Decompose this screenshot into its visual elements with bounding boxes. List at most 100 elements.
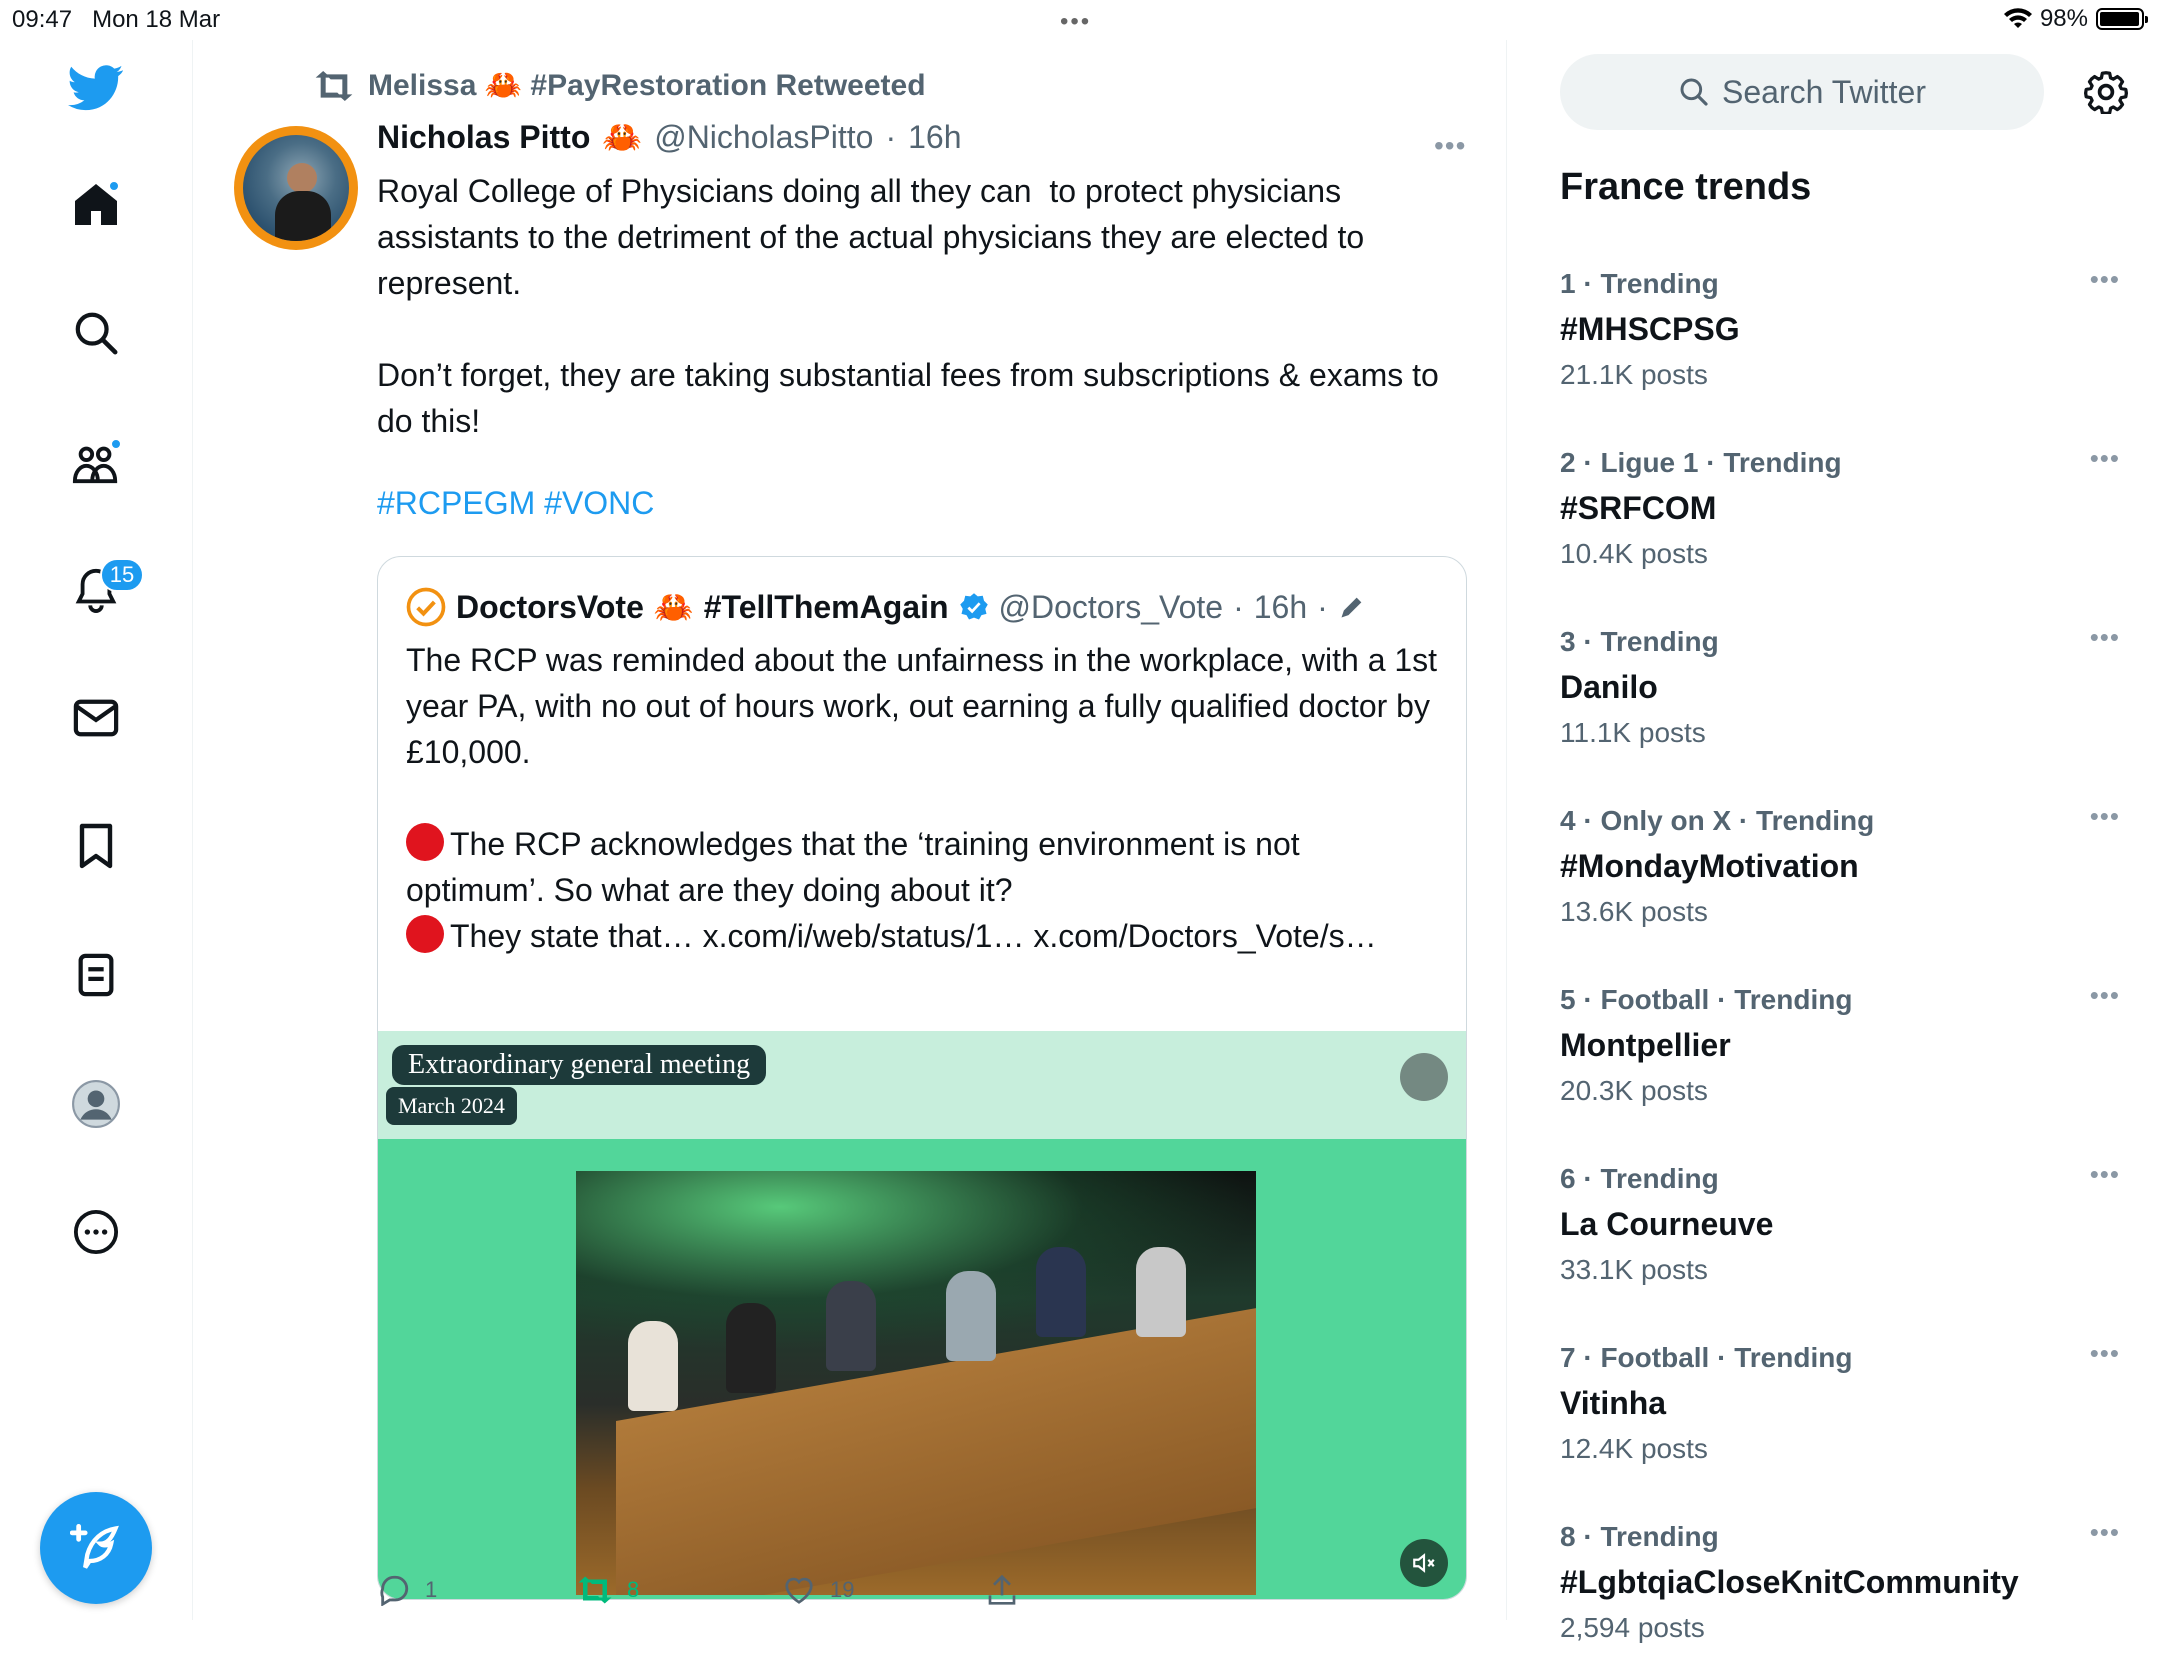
trend-more-options-icon[interactable]: ••• [2090, 1338, 2120, 1369]
tweet-hashtags[interactable]: #RCPEGM #VONC [377, 485, 654, 522]
share-button[interactable] [987, 1574, 1017, 1606]
trend-item[interactable]: 3 · Trending Danilo 11.1K posts ••• [1560, 622, 2120, 782]
trend-meta: 1 · Trending [1560, 268, 1719, 299]
notifications-badge: 15 [100, 558, 144, 592]
messages-mail-icon[interactable] [68, 690, 124, 746]
crab-emoji: 🦀 [602, 119, 643, 155]
compose-feather-icon [70, 1523, 119, 1569]
timeline: Melissa 🦀 #PayRestoration Retweeted Nich… [194, 40, 1507, 1620]
video-title-label: Extraordinary general meeting [392, 1045, 767, 1085]
trend-meta: 7 · Football · Trending [1560, 1342, 1853, 1373]
twitter-logo-icon[interactable] [68, 60, 124, 116]
trend-item[interactable]: 8 · Trending #LgbtqiaCloseKnitCommunity 2,… [1560, 1517, 2120, 1677]
search-placeholder: Search Twitter [1722, 73, 1926, 110]
trend-name: #LgbtqiaCloseKnitCommunity [1560, 1564, 2019, 1600]
trend-more-options-icon[interactable]: ••• [2090, 801, 2120, 832]
trend-more-options-icon[interactable]: ••• [2090, 1517, 2120, 1548]
trend-more-options-icon[interactable]: ••• [2090, 1159, 2120, 1190]
tweet-time[interactable]: 16h [908, 119, 961, 156]
home-unread-dot [108, 180, 120, 192]
trend-item[interactable]: 4 · Only on X · Trending #MondayMotivatio… [1560, 801, 2120, 961]
trend-meta: 3 · Trending [1560, 626, 1719, 657]
communities-unread-dot [110, 438, 122, 450]
trend-item[interactable]: 5 · Football · Trending Montpellier 20.3K … [1560, 980, 2120, 1140]
quoted-time: 16h [1253, 588, 1308, 625]
trend-post-count: 12.4K posts [1560, 1433, 1708, 1464]
quoted-handle: @Doctors_Vote [998, 588, 1224, 625]
trend-item[interactable]: 2 · Ligue 1 · Trending #SRFCOM 10.4K posts… [1560, 443, 2120, 603]
quoted-video[interactable]: Extraordinary general meeting March 2024 [378, 1031, 1466, 1599]
search-twitter-input[interactable]: Search Twitter [1560, 54, 2044, 130]
reply-button[interactable]: 1 [377, 1574, 577, 1606]
battery-icon [2096, 8, 2148, 30]
trend-more-options-icon[interactable]: ••• [2090, 980, 2120, 1011]
trend-item[interactable]: 1 · Trending #MHSCPSG 21.1K posts ••• [1560, 264, 2120, 424]
quoted-para-1: The RCP was reminded about the unfairnes… [406, 642, 1446, 770]
trend-more-options-icon[interactable]: ••• [2090, 443, 2120, 474]
trend-name: Danilo [1560, 669, 1658, 705]
video-date-label: March 2024 [386, 1087, 517, 1125]
tweet-body: Royal College of Physicians doing all th… [377, 173, 1439, 439]
tweet-more-options-icon[interactable]: ••• [1434, 130, 1466, 162]
left-nav: 15 [0, 40, 193, 1620]
trend-post-count: 33.1K posts [1560, 1254, 1708, 1285]
video-frame[interactable] [576, 1171, 1256, 1595]
status-right: 98% [2003, 5, 2148, 33]
trend-post-count: 21.1K posts [1560, 359, 1708, 390]
quoted-para-2: The RCP acknowledges that the ‘training … [406, 826, 1309, 908]
trend-post-count: 11.1K posts [1560, 717, 1706, 748]
settings-gear-icon[interactable] [2082, 68, 2130, 116]
trend-meta: 8 · Trending [1560, 1521, 1719, 1552]
retweet-green-icon [578, 1576, 612, 1604]
trend-post-count: 13.6K posts [1560, 896, 1708, 927]
quoted-tweet[interactable]: DoctorsVote 🦀 #TellThemAgain @Doctors_Vo… [377, 556, 1467, 1600]
trends-title: France trends [1560, 166, 1812, 208]
multitasking-dots[interactable]: ••• [1060, 8, 1091, 36]
trend-name: #MondayMotivation [1560, 848, 1859, 884]
retweet-button[interactable]: 8 [577, 1574, 782, 1606]
trend-more-options-icon[interactable]: ••• [2090, 264, 2120, 295]
trend-item[interactable]: 7 · Football · Trending Vitinha 12.4K post… [1560, 1338, 2120, 1498]
captions-icon[interactable] [1400, 1053, 1448, 1101]
tweet-author-line[interactable]: Nicholas Pitto 🦀 @NicholasPitto · 16h [377, 118, 961, 156]
trend-meta: 6 · Trending [1560, 1163, 1719, 1194]
red-circle-emoji [406, 915, 444, 953]
speaker-muted-icon [1413, 1553, 1435, 1573]
edited-pencil-icon [1341, 597, 1362, 618]
mute-button[interactable] [1400, 1539, 1448, 1587]
retweeted-by-line[interactable]: Melissa 🦀 #PayRestoration Retweeted [314, 68, 926, 103]
compose-tweet-button[interactable] [40, 1492, 152, 1604]
home-icon[interactable] [68, 176, 124, 232]
quoted-avatar-icon [406, 587, 446, 627]
quoted-author-line: DoctorsVote 🦀 #TellThemAgain @Doctors_Vo… [406, 587, 1366, 627]
red-circle-emoji [406, 823, 444, 861]
tweet-actions: 1 8 19 [377, 1574, 1377, 1606]
trend-name: #MHSCPSG [1560, 311, 1740, 347]
notifications-bell-icon[interactable]: 15 [68, 558, 144, 618]
communities-icon[interactable] [68, 434, 124, 490]
trend-item[interactable]: 6 · Trending La Courneuve 33.1K posts ••• [1560, 1159, 2120, 1319]
trend-name: Vitinha [1560, 1385, 1667, 1421]
profile-avatar-icon[interactable] [68, 1076, 124, 1132]
author-handle[interactable]: @NicholasPitto [654, 119, 873, 156]
quoted-crab-emoji: 🦀 [653, 589, 694, 625]
trend-more-options-icon[interactable]: ••• [2090, 622, 2120, 653]
status-time-date: 09:47 Mon 18 Mar [12, 6, 221, 33]
lists-icon[interactable] [68, 947, 124, 1003]
heart-icon [785, 1577, 813, 1604]
video-header: Extraordinary general meeting March 2024 [378, 1031, 1466, 1139]
author-name[interactable]: Nicholas Pitto [377, 119, 590, 156]
like-count: 19 [830, 1577, 855, 1602]
quoted-para-3: They state that… x.com/i/web/status/1… x… [450, 918, 1377, 954]
wifi-icon [2003, 8, 2032, 28]
search-icon[interactable] [68, 305, 124, 361]
retweet-icon [315, 70, 353, 101]
author-avatar[interactable] [234, 126, 358, 250]
quoted-body: The RCP was reminded about the unfairnes… [406, 637, 1446, 959]
more-options-icon[interactable] [68, 1204, 124, 1260]
quoted-author-tag: #TellThemAgain [703, 588, 949, 625]
trend-meta: 4 · Only on X · Trending [1560, 805, 1875, 836]
bookmarks-icon[interactable] [68, 818, 124, 874]
like-button[interactable]: 19 [782, 1574, 987, 1606]
trend-name: Montpellier [1560, 1027, 1731, 1063]
